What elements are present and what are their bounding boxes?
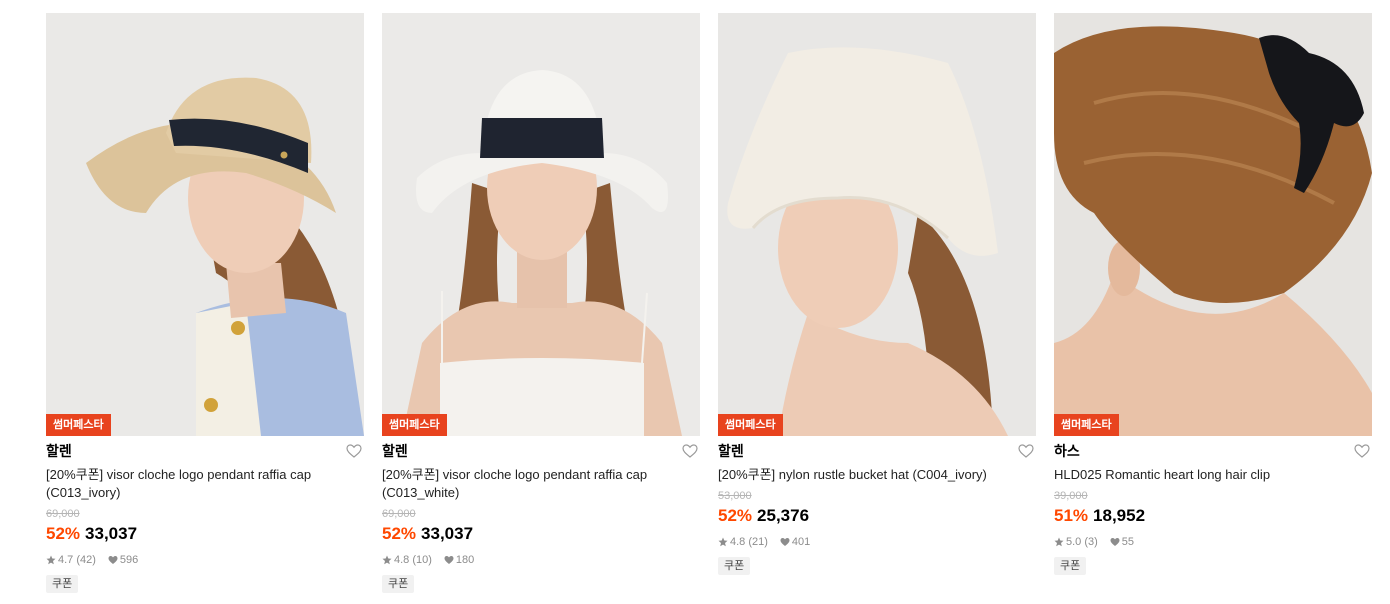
product-name[interactable]: [20%쿠폰] visor cloche logo pendant raffia… [46,466,356,502]
rating-text: 4.7 (42) [58,554,96,566]
likes-count: 596 [119,554,139,566]
sale-price: 33,037 [421,524,474,543]
brand-name[interactable]: 하스 [1054,443,1080,459]
original-price: 69,000 [46,508,80,520]
original-price: 69,000 [382,508,416,520]
star-icon [1054,537,1064,547]
star-icon [46,555,56,565]
price-row: 52% 33,037 [46,523,364,546]
product-image[interactable]: 썸머페스타 [382,13,700,436]
original-price: 39,000 [1054,490,1088,502]
product-stats: 4.8 (10) 180 [382,553,700,567]
original-price: 53,000 [718,490,752,502]
heart-outline-icon[interactable] [1018,443,1034,459]
brand-row: 하스 [1054,439,1372,463]
product-stats: 4.7 (42) 596 [46,553,364,567]
rating-text: 5.0 (3) [1066,536,1098,548]
price-row: 52% 25,376 [718,505,1036,528]
discount-rate: 52% [718,506,753,525]
product-grid: 썸머페스타 할렌 [20%쿠폰] visor cloche logo penda… [0,0,1390,604]
heart-outline-icon[interactable] [682,443,698,459]
coupon-tag: 쿠폰 [46,575,79,593]
coupon-tag: 쿠폰 [382,575,415,593]
product-stats: 5.0 (3) 55 [1054,535,1372,549]
discount-rate: 52% [382,524,417,543]
likes-count: 180 [455,554,475,566]
product-image[interactable]: 썸머페스타 [1054,13,1372,436]
star-icon [382,555,392,565]
brand-row: 할렌 [46,439,364,463]
discount-rate: 52% [46,524,81,543]
product-name[interactable]: [20%쿠폰] nylon rustle bucket hat (C004_iv… [718,466,1028,484]
promo-badge: 썸머페스타 [1054,414,1119,436]
heart-outline-icon[interactable] [346,443,362,459]
heart-filled-icon [780,538,790,546]
sale-price: 25,376 [757,506,810,525]
likes-count: 55 [1121,536,1135,548]
promo-badge: 썸머페스타 [46,414,111,436]
product-card[interactable]: 썸머페스타 할렌 [20%쿠폰] nylon rustle bucket hat… [718,13,1036,575]
product-image[interactable]: 썸머페스타 [718,13,1036,436]
promo-badge: 썸머페스타 [382,414,447,436]
product-image[interactable]: 썸머페스타 [46,13,364,436]
brand-name[interactable]: 할렌 [718,443,744,459]
product-name[interactable]: [20%쿠폰] visor cloche logo pendant raffia… [382,466,692,502]
coupon-tag: 쿠폰 [718,557,751,575]
star-icon [718,537,728,547]
brand-row: 할렌 [382,439,700,463]
discount-rate: 51% [1054,506,1089,525]
brand-name[interactable]: 할렌 [382,443,408,459]
promo-badge: 썸머페스타 [718,414,783,436]
heart-outline-icon[interactable] [1354,443,1370,459]
product-card[interactable]: 썸머페스타 할렌 [20%쿠폰] visor cloche logo penda… [382,13,700,593]
sale-price: 33,037 [85,524,138,543]
price-row: 52% 33,037 [382,523,700,546]
likes-count: 401 [791,536,811,548]
brand-name[interactable]: 할렌 [46,443,72,459]
product-name[interactable]: HLD025 Romantic heart long hair clip [1054,466,1364,484]
coupon-tag: 쿠폰 [1054,557,1087,575]
product-card[interactable]: 썸머페스타 할렌 [20%쿠폰] visor cloche logo penda… [46,13,364,593]
brand-row: 할렌 [718,439,1036,463]
heart-filled-icon [444,556,454,564]
product-card[interactable]: 썸머페스타 하스 HLD025 Romantic heart long hair… [1054,13,1372,575]
heart-filled-icon [108,556,118,564]
price-row: 51% 18,952 [1054,505,1372,528]
rating-text: 4.8 (10) [394,554,432,566]
product-stats: 4.8 (21) 401 [718,535,1036,549]
heart-filled-icon [1110,538,1120,546]
rating-text: 4.8 (21) [730,536,768,548]
sale-price: 18,952 [1093,506,1146,525]
